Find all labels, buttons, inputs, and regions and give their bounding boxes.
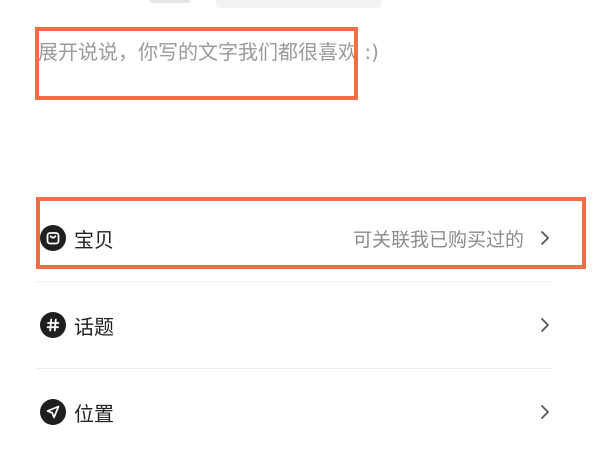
chevron-right-icon	[538, 404, 552, 420]
shopping-bag-icon	[40, 225, 66, 251]
post-editor-page: 宝贝 可关联我已购买过的 话题 位置	[0, 0, 600, 450]
location-arrow-icon	[40, 399, 66, 425]
top-toolbar-field[interactable]	[216, 0, 382, 8]
option-label-goods: 宝贝	[74, 227, 114, 252]
top-toolbar-item[interactable]	[150, 0, 190, 3]
hashtag-icon	[40, 312, 66, 338]
option-label-topic: 话题	[74, 314, 114, 339]
post-content-input[interactable]	[36, 36, 558, 156]
option-row-goods[interactable]: 宝贝 可关联我已购买过的	[36, 195, 552, 281]
option-hint-goods: 可关联我已购买过的	[352, 228, 524, 251]
option-label-location: 位置	[74, 401, 114, 426]
option-row-location[interactable]: 位置	[36, 369, 552, 450]
chevron-right-icon	[538, 317, 552, 333]
chevron-right-icon	[538, 230, 552, 246]
option-row-topic[interactable]: 话题	[36, 282, 552, 368]
